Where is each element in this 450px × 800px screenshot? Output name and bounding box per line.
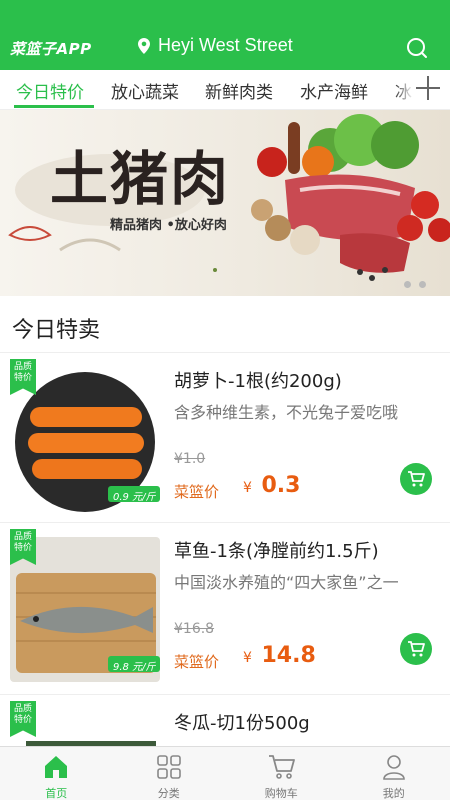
unit-label: 元/斤 [132,492,156,503]
search-icon [407,38,427,58]
nav-cart[interactable]: 购物车 [225,747,338,800]
quality-deal-tag: 品质特价 [10,701,36,737]
pagination-dot [404,281,411,288]
add-to-cart-button[interactable] [400,633,432,665]
active-tab-indicator [14,105,94,108]
user-icon [382,755,405,780]
product-image [10,735,160,746]
unit-price-badge: 9.8 元/斤 [108,656,161,673]
product-card[interactable]: 品质特价 9.8 元/斤 草鱼-1条(净膛前约1.5斤) 中国淡水养殖的“四大家… [0,522,450,694]
winter-melon-image [26,741,156,746]
bottom-nav: 首页 分类 购物车 我的 [0,746,450,800]
original-price: ¥1.0 [174,451,206,467]
category-tabs: 今日特价 放心蔬菜 新鲜肉类 水产海鲜 冰 [0,70,450,110]
nav-label: 购物车 [264,787,298,800]
sale-price: ¥ 14.8 [243,643,316,668]
app-header: 菜篮子APP Heyi West Street [0,0,450,70]
price-label: 菜篮价 [174,653,220,671]
product-card[interactable]: 品质特价 冬瓜-切1份500g [0,694,450,746]
app-logo: 菜篮子APP [10,40,92,58]
price-value: 14.8 [261,643,316,668]
more-tabs-button[interactable] [394,70,450,109]
tab-seafood[interactable]: 水产海鲜 [300,78,368,103]
unit-label: 元/斤 [132,662,156,673]
product-card[interactable]: 品质特价 0.9 元/斤 胡萝卜-1根(约200g) 含多种维生素，不光兔子爱吃… [0,352,450,524]
banner-pagination [404,281,426,288]
location-selector[interactable]: Heyi West Street [138,35,293,56]
nav-home[interactable]: 首页 [0,747,113,800]
currency-symbol: ¥ [243,650,252,666]
nav-label: 首页 [45,787,68,800]
unit-price-badge: 0.9 元/斤 [108,486,161,503]
nav-label: 分类 [157,787,180,800]
product-name: 胡萝卜-1根(约200g) [174,371,342,392]
cart-icon [408,471,425,487]
product-name: 冬瓜-切1份500g [174,713,310,734]
search-button[interactable] [406,37,428,59]
product-description: 含多种维生素，不光兔子爱吃哦 [174,403,399,422]
price-value: 0.3 [261,473,301,498]
product-description: 中国淡水养殖的“四大家鱼”之一 [174,573,399,592]
currency-symbol: ¥ [243,480,252,496]
cart-icon [408,641,425,657]
category-icon [156,755,181,779]
original-price: ¥16.8 [174,621,215,637]
pagination-dot [419,281,426,288]
cart-icon [269,755,296,779]
unit-price: 0.9 [113,492,129,503]
nav-profile[interactable]: 我的 [338,747,450,800]
unit-price: 9.8 [113,662,129,673]
nav-label: 我的 [382,787,405,800]
product-name: 草鱼-1条(净膛前约1.5斤) [174,541,379,562]
tab-vegetables[interactable]: 放心蔬菜 [111,78,179,103]
nav-category[interactable]: 分类 [113,747,226,800]
tab-meat[interactable]: 新鲜肉类 [205,78,273,103]
banner-subtitle: 精品猪肉 •放心好肉 [110,218,227,233]
section-title: 今日特卖 [12,318,101,343]
location-label: Heyi West Street [158,35,293,55]
price-label: 菜篮价 [174,483,220,501]
sale-price: ¥ 0.3 [243,473,300,498]
promo-banner[interactable]: 土猪肉 精品猪肉 •放心好肉 [0,110,450,296]
add-to-cart-button[interactable] [400,463,432,495]
tab-today-deals[interactable]: 今日特价 [16,78,84,103]
home-icon [45,756,68,778]
location-pin-icon [138,37,150,54]
plus-icon [416,76,440,100]
banner-title: 土猪肉 [50,145,231,213]
